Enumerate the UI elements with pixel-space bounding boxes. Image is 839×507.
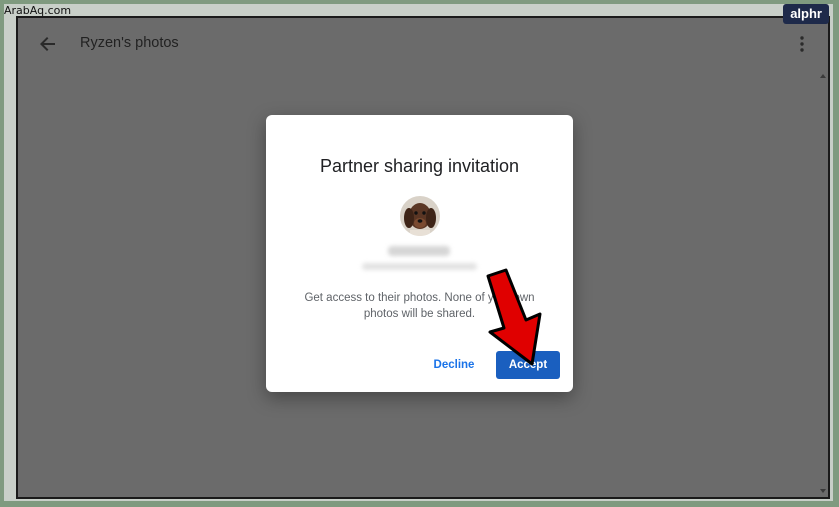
watermark-text: ArabAq.com: [4, 4, 72, 17]
scrollbar[interactable]: [816, 70, 828, 497]
back-button[interactable]: [36, 32, 60, 56]
decline-button[interactable]: Decline: [424, 351, 484, 379]
page-title: Ryzen's photos: [80, 35, 179, 51]
avatar: [400, 196, 440, 236]
more-options-button[interactable]: [792, 32, 812, 56]
partner-email-redacted: [362, 263, 477, 270]
red-arrow-annotation-icon: [486, 268, 542, 366]
dialog-title: Partner sharing invitation: [319, 156, 520, 176]
more-vert-icon: [800, 36, 804, 52]
dog-avatar-image: [400, 196, 440, 236]
brand-logo: alphr: [783, 4, 829, 24]
partner-name-redacted: [388, 246, 450, 256]
top-app-bar: Ryzen's photos: [18, 18, 828, 70]
scroll-up-arrow-icon[interactable]: [820, 74, 826, 78]
scroll-down-arrow-icon[interactable]: [820, 489, 826, 493]
arrow-left-icon: [40, 37, 55, 51]
